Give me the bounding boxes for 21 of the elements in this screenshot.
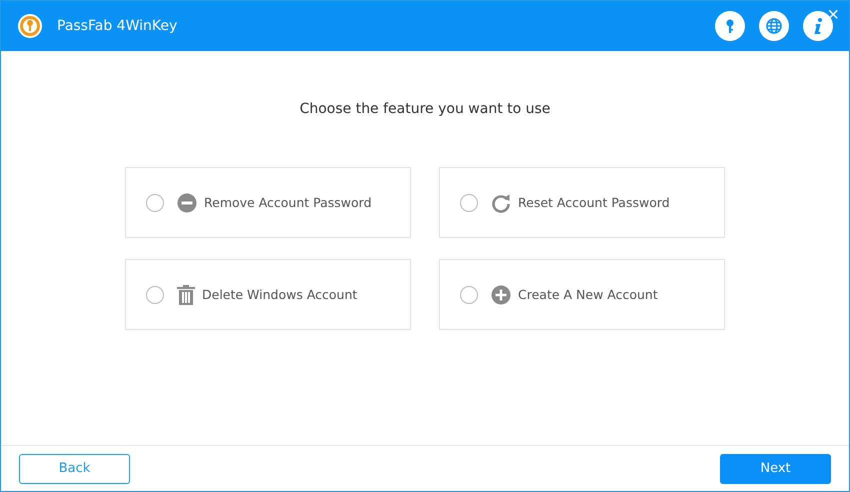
key-icon[interactable] (715, 11, 745, 41)
feature-option[interactable]: Create A New Account (439, 259, 725, 330)
minus-circle-icon (177, 192, 197, 212)
plus-circle-icon (491, 284, 511, 304)
option-label: Remove Account Password (204, 195, 372, 210)
option-label: Create A New Account (518, 287, 658, 302)
logo-icon (17, 13, 43, 39)
option-label: Reset Account Password (518, 195, 670, 210)
refresh-icon (491, 192, 511, 212)
feature-option[interactable]: Delete Windows Account (125, 259, 411, 330)
globe-icon[interactable] (759, 11, 789, 41)
option-label: Delete Windows Account (202, 287, 358, 302)
feature-option[interactable]: Reset Account Password (439, 167, 725, 238)
window-title: PassFab 4WinKey (57, 18, 178, 34)
heading: Choose the feature you want to use (300, 101, 550, 117)
trash-icon (177, 284, 195, 304)
radio-button[interactable] (146, 286, 164, 304)
radio-button[interactable] (146, 194, 164, 212)
radio-button[interactable] (460, 286, 478, 304)
feature-option[interactable]: Remove Account Password (125, 167, 411, 238)
radio-button[interactable] (460, 194, 478, 212)
